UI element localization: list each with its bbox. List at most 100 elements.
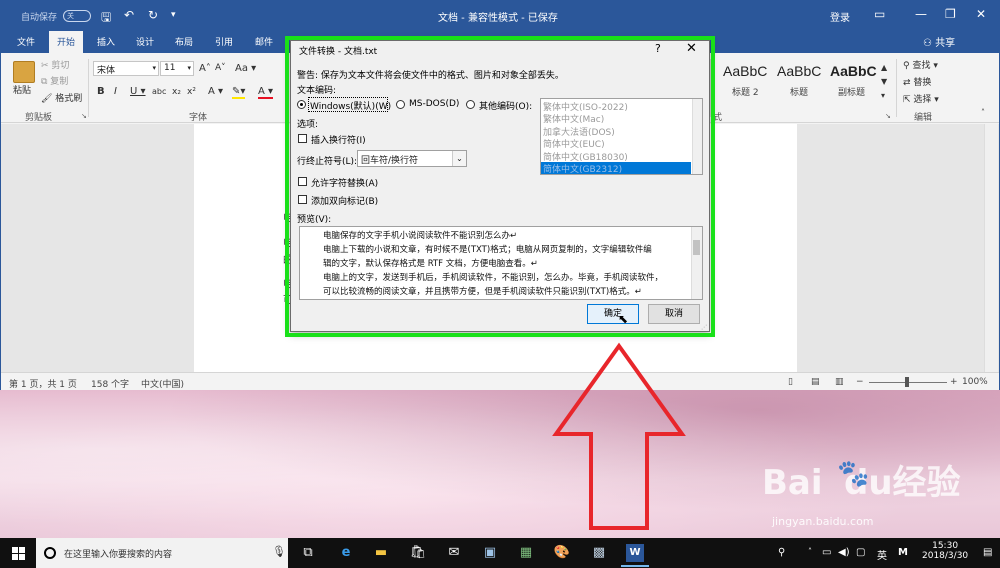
volume-icon[interactable]: ◀) [838, 547, 850, 558]
bold-icon[interactable]: B [97, 86, 105, 97]
font-name-box[interactable]: 宋体 ▾ [93, 61, 159, 76]
tab-design[interactable]: 设计 [136, 35, 154, 48]
red-up-arrow [552, 342, 686, 530]
taskbar-search[interactable]: 在这里输入你要搜索的内容 🎙 [36, 538, 288, 568]
superscript-icon[interactable]: x² [187, 87, 196, 97]
tab-insert[interactable]: 插入 [97, 35, 115, 48]
maximize-icon[interactable]: ❐ [945, 7, 956, 21]
task-view-icon[interactable]: ⧉ [299, 544, 317, 562]
autosave-label: 自动保存 [21, 13, 58, 23]
ime-language[interactable]: 英 [877, 547, 887, 562]
chevron-down-icon: ▾ [931, 95, 939, 105]
tab-mailings[interactable]: 邮件 [255, 35, 273, 48]
network-app-icon[interactable]: ▣ [481, 544, 499, 562]
font-color-icon[interactable]: A ▾ [258, 86, 274, 99]
clock-time: 15:30 [932, 541, 959, 551]
style-normal-preview[interactable]: AaBbC [723, 63, 767, 79]
styles-scroll-down-icon[interactable]: ▼ [881, 77, 887, 86]
zoom-out-icon[interactable]: − [856, 377, 864, 387]
font-size: 11 [164, 63, 176, 73]
read-mode-icon[interactable]: ▯ [788, 377, 793, 387]
strikethrough-icon[interactable]: abc [152, 87, 166, 96]
document-scrollbar[interactable] [984, 124, 998, 372]
share-button[interactable]: ⚇ 共享 [923, 34, 955, 49]
network-icon[interactable]: ▭ [822, 547, 831, 558]
paste-button[interactable]: 粘贴 [13, 83, 31, 96]
tab-references[interactable]: 引用 [215, 35, 233, 48]
redo-icon[interactable]: ↻ [148, 8, 158, 22]
zoom-in-icon[interactable]: + [950, 377, 958, 387]
divider [88, 59, 89, 117]
page-count[interactable]: 第 1 页，共 1 页 [9, 377, 77, 390]
italic-icon[interactable]: I [114, 86, 117, 97]
cut-label: 剪切 [51, 61, 70, 71]
format-painter-label: 格式刷 [55, 94, 83, 104]
ime-mode[interactable]: M [898, 547, 908, 558]
word-count[interactable]: 158 个字 [91, 377, 129, 390]
brush-icon: 🖌 [41, 94, 56, 104]
styles-launcher-icon[interactable]: ↘ [885, 112, 891, 120]
format-painter-button[interactable]: 🖌 格式刷 [41, 91, 82, 104]
collapse-ribbon-icon[interactable]: ˄ [981, 108, 985, 117]
shrink-font-icon[interactable]: A˅ [215, 63, 226, 73]
style-heading2-preview[interactable]: AaBbC [777, 63, 821, 79]
status-bar: 第 1 页，共 1 页 158 个字 中文(中国) ▯ ▤ ▥ − + 100% [1, 372, 999, 390]
underline-icon[interactable]: U ▾ [130, 86, 146, 97]
file-explorer-icon[interactable]: ▬ [372, 544, 390, 562]
style-title-preview[interactable]: AaBbC [830, 63, 877, 79]
app-icon[interactable]: ▦ [517, 544, 535, 562]
taskbar: 在这里输入你要搜索的内容 🎙 ⧉ e ▬ 🛍 ✉ ▣ ▦ 🎨 ▩ W ⚲ ˄ ▭… [0, 538, 1000, 568]
action-center-msg-icon[interactable]: ▢ [856, 547, 865, 558]
highlight-icon[interactable]: ✎▾ [232, 86, 246, 99]
find-button[interactable]: ⚲ 查找 ▾ [903, 58, 938, 71]
ribbon-display-icon[interactable]: ▭ [874, 7, 885, 21]
image-viewer-icon[interactable]: ▩ [590, 544, 608, 562]
edge-icon[interactable]: e [337, 544, 355, 562]
paste-icon[interactable] [13, 61, 35, 83]
mail-icon[interactable]: ✉ [445, 544, 463, 562]
change-case-icon[interactable]: Aa ▾ [235, 63, 256, 74]
customize-qat-icon[interactable]: ▾ [171, 10, 176, 20]
save-icon[interactable]: 🖫 [101, 8, 111, 29]
replace-button[interactable]: ⇄ 替换 [903, 75, 931, 88]
grow-font-icon[interactable]: A˄ [199, 63, 211, 74]
close-icon[interactable]: ✕ [976, 7, 986, 21]
clock[interactable]: 15:30 2018/3/30 [922, 541, 968, 561]
styles-scroll-up-icon[interactable]: ▲ [881, 63, 887, 72]
font-size-box[interactable]: 11 ▾ [160, 61, 194, 76]
clipboard-launcher-icon[interactable]: ↘ [81, 112, 87, 120]
show-hidden-icons[interactable]: ˄ [808, 547, 812, 556]
subscript-icon[interactable]: x₂ [172, 87, 181, 97]
chevron-down-icon: ▾ [187, 64, 191, 72]
copy-label: 复制 [50, 77, 69, 87]
tab-file[interactable]: 文件 [17, 35, 35, 48]
minimize-icon[interactable]: — [915, 7, 927, 21]
cut-button[interactable]: ✂ 剪切 [41, 58, 69, 71]
zoom-level[interactable]: 100% [962, 377, 988, 387]
paint-icon[interactable]: 🎨 [553, 544, 571, 562]
zoom-slider-thumb[interactable] [905, 377, 909, 387]
web-layout-icon[interactable]: ▥ [835, 377, 844, 387]
copy-button[interactable]: ⧉ 复制 [41, 74, 68, 87]
select-label: 选择 [913, 95, 932, 105]
select-button[interactable]: ⇱ 选择 ▾ [903, 92, 939, 105]
tab-home[interactable]: 开始 [49, 31, 84, 53]
autosave-toggle[interactable]: 关 [63, 10, 91, 22]
clock-date: 2018/3/30 [922, 551, 969, 561]
windows-start-icon[interactable] [12, 547, 25, 560]
copy-icon: ⧉ [41, 77, 51, 87]
login-button[interactable]: 登录 [830, 9, 850, 24]
tab-layout[interactable]: 布局 [175, 35, 193, 48]
undo-icon[interactable]: ↶ [124, 8, 134, 22]
language-indicator[interactable]: 中文(中国) [141, 377, 184, 390]
style-heading2-name: 标题 2 [732, 88, 759, 98]
microphone-icon[interactable]: 🎙 [272, 545, 286, 558]
print-layout-icon[interactable]: ▤ [811, 377, 820, 387]
word-app-icon[interactable]: W [626, 544, 644, 562]
store-icon[interactable]: 🛍 [409, 544, 427, 562]
text-effects-icon[interactable]: A ▾ [208, 86, 223, 97]
notifications-icon[interactable]: ▤ [983, 547, 992, 558]
pointer-icon: ⇱ [903, 95, 914, 105]
people-icon[interactable]: ⚲ [778, 547, 785, 558]
styles-more-icon[interactable]: ▾ [881, 91, 885, 100]
